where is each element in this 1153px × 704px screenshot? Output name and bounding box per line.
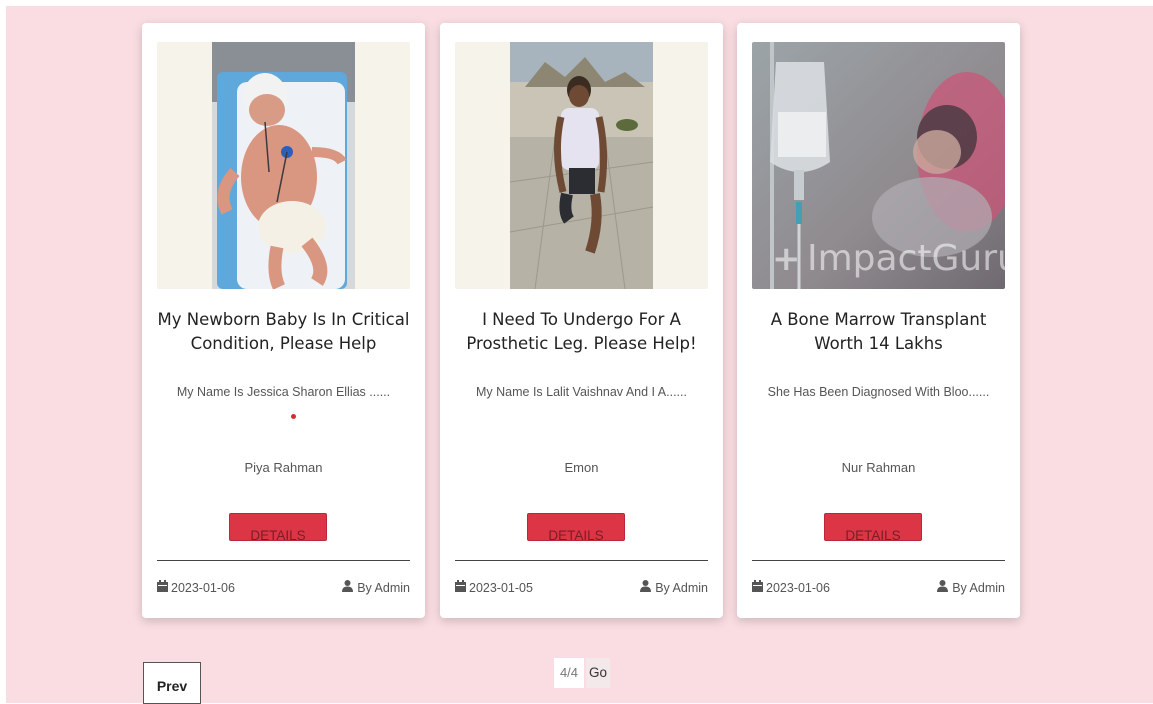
impactguru-watermark: ImpactGuru [807, 238, 1005, 279]
campaign-excerpt: My Name Is Jessica Sharon Ellias ...... [176, 385, 391, 399]
svg-text:+: + [772, 239, 801, 279]
details-button[interactable]: DETAILS [229, 513, 327, 541]
date-text: 2023-01-06 [766, 580, 830, 595]
details-button[interactable]: DETAILS [527, 513, 625, 541]
campaign-photo-prosthetic-leg[interactable] [455, 42, 708, 289]
divider [157, 560, 410, 561]
campaign-title[interactable]: A Bone Marrow Transplant Worth 14 Lakhs [747, 308, 1010, 356]
post-author: By Admin [342, 580, 410, 595]
page-indicator: 4/4 [554, 658, 584, 688]
post-date: 2023-01-06 [752, 580, 830, 595]
details-button[interactable]: DETAILS [824, 513, 922, 541]
campaign-photo-newborn-baby[interactable] [157, 42, 410, 289]
calendar-icon [157, 580, 168, 595]
post-author: By Admin [937, 580, 1005, 595]
date-text: 2023-01-05 [469, 580, 533, 595]
campaign-title[interactable]: I Need To Undergo For A Prosthetic Leg. … [450, 308, 713, 356]
user-icon [640, 580, 652, 595]
campaign-author: Piya Rahman [244, 460, 323, 475]
user-icon [342, 580, 354, 595]
divider [752, 560, 1005, 561]
go-button[interactable]: Go [586, 658, 610, 688]
campaign-photo-bone-marrow[interactable]: ImpactGuru + [752, 42, 1005, 289]
calendar-icon [455, 580, 466, 595]
post-author: By Admin [640, 580, 708, 595]
by-text: By Admin [357, 580, 410, 595]
post-date: 2023-01-06 [157, 580, 235, 595]
campaign-title[interactable]: My Newborn Baby Is In Critical Condition… [152, 308, 415, 356]
campaign-card-1: My Newborn Baby Is In Critical Condition… [142, 23, 425, 618]
by-text: By Admin [952, 580, 1005, 595]
by-text: By Admin [655, 580, 708, 595]
date-text: 2023-01-06 [171, 580, 235, 595]
divider [455, 560, 708, 561]
prev-button[interactable]: Prev [143, 662, 201, 704]
campaign-card-2: I Need To Undergo For A Prosthetic Leg. … [440, 23, 723, 618]
campaign-excerpt: My Name Is Lalit Vaishnav And I A...... [476, 385, 687, 399]
campaign-author: Emon [564, 460, 599, 475]
campaign-author: Nur Rahman [841, 460, 916, 475]
red-dot-indicator [291, 414, 296, 419]
post-date: 2023-01-05 [455, 580, 533, 595]
campaign-excerpt: She Has Been Diagnosed With Bloo...... [767, 385, 990, 399]
calendar-icon [752, 580, 763, 595]
campaign-card-3: ImpactGuru + A Bone Marrow Transplant Wo… [737, 23, 1020, 618]
user-icon [937, 580, 949, 595]
